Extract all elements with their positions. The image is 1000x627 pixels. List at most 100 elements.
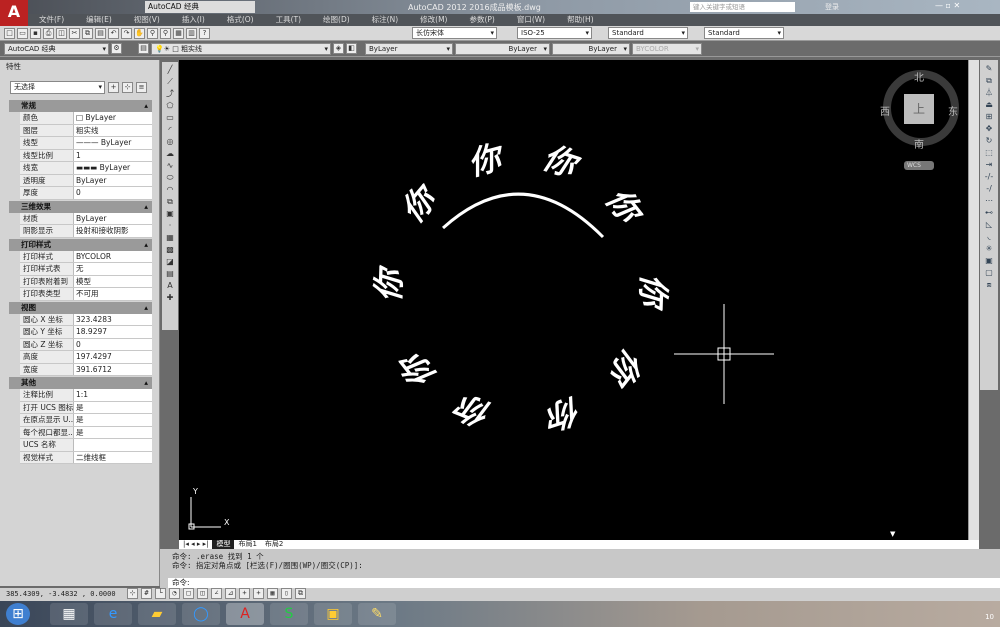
scale-icon[interactable]: ⬚ xyxy=(985,148,993,157)
print-icon[interactable]: ⎙ xyxy=(43,27,54,39)
lineweight-dropdown[interactable]: ByLayer xyxy=(552,42,630,55)
vertical-scrollbar[interactable] xyxy=(968,60,979,541)
section-header[interactable]: 常规 xyxy=(9,100,152,112)
property-value[interactable]: BYCOLOR xyxy=(74,250,152,262)
menu-view[interactable]: 视图(V) xyxy=(123,14,171,26)
property-value[interactable]: 1:1 xyxy=(74,389,152,401)
workspace-select[interactable]: AutoCAD 经典 xyxy=(4,42,109,55)
menu-modify[interactable]: 修改(M) xyxy=(409,14,458,26)
tab-layout2[interactable]: 布局2 xyxy=(261,540,287,549)
insert-block-icon[interactable]: ⧉ xyxy=(167,197,173,207)
polar-icon[interactable]: ◔ xyxy=(169,588,180,599)
section-header[interactable]: 视图 xyxy=(9,301,152,314)
move-icon[interactable]: ✥ xyxy=(986,124,993,133)
viewcube-north[interactable]: 北 xyxy=(914,69,924,84)
property-value[interactable]: □ ByLayer xyxy=(74,112,152,124)
point-icon[interactable]: · xyxy=(169,221,172,231)
layer-previous-icon[interactable]: ◧ xyxy=(346,43,357,54)
ucs-menu[interactable]: WCS xyxy=(904,161,934,170)
text-style-dropdown[interactable]: 长仿宋体 xyxy=(412,27,497,39)
fillet-icon[interactable]: ◟ xyxy=(987,232,990,241)
zoom-window-icon[interactable]: ⚲ xyxy=(160,27,171,39)
section-header[interactable]: 三维效果 xyxy=(9,200,152,213)
linetype-dropdown[interactable]: ByLayer xyxy=(455,42,550,55)
property-row[interactable]: 线型比例 1 xyxy=(20,149,152,162)
new-icon[interactable]: □ xyxy=(4,27,15,39)
lineweight-icon[interactable]: + xyxy=(253,588,264,599)
cut-icon[interactable]: ✂ xyxy=(69,27,80,39)
property-row[interactable]: UCS 名称 xyxy=(20,439,152,452)
property-value[interactable]: 不可用 xyxy=(74,288,152,300)
hatch-icon[interactable]: ▦ xyxy=(166,233,174,243)
chamfer-icon[interactable]: ◺ xyxy=(986,220,992,229)
property-row[interactable]: 注释比例 1:1 xyxy=(20,389,152,402)
image-app-taskbar-icon[interactable]: ▣ xyxy=(314,603,352,625)
copy-clip-icon[interactable]: ▣ xyxy=(985,256,993,265)
property-value[interactable]: 391.6712 xyxy=(74,363,152,375)
section-header[interactable]: 其他 xyxy=(9,377,152,389)
property-row[interactable]: 打印样式表无 xyxy=(20,263,152,276)
snap-icon[interactable]: ⊹ xyxy=(127,588,138,599)
trim-icon[interactable]: -/- xyxy=(985,172,993,181)
property-value[interactable]: 18.9297 xyxy=(74,326,152,338)
wps-taskbar-icon[interactable]: S xyxy=(270,603,308,625)
spline-icon[interactable]: ∿ xyxy=(167,161,174,171)
glyph-text[interactable]: 你 xyxy=(546,389,579,438)
start-button[interactable]: ⊞ xyxy=(6,603,30,625)
3dosnap-icon[interactable]: ◫ xyxy=(197,588,208,599)
join-icon[interactable]: ⊷ xyxy=(985,208,993,217)
menu-tools[interactable]: 工具(T) xyxy=(265,14,312,26)
tab-nav-arrows[interactable]: |◂ ◂ ▸ ▸| xyxy=(179,540,212,549)
property-row[interactable]: 图层 粗实线 xyxy=(20,124,152,137)
dim-style-dropdown[interactable]: ISO-25 xyxy=(517,27,592,39)
property-value[interactable]: ▬▬▬ ByLayer xyxy=(74,162,152,174)
dyn-icon[interactable]: + xyxy=(239,588,250,599)
property-row[interactable]: 打印表附着到 模型 xyxy=(20,275,152,288)
design-center-icon[interactable]: ▥ xyxy=(186,27,197,39)
property-value[interactable]: 1 xyxy=(74,149,152,161)
menu-window[interactable]: 窗口(W) xyxy=(506,14,556,26)
make-current-icon[interactable]: ◈ xyxy=(333,43,344,54)
app-logo-icon[interactable]: A xyxy=(0,0,28,26)
viewcube-south[interactable]: 南 xyxy=(914,136,924,151)
property-row[interactable]: 高度 197.4297 xyxy=(20,351,152,364)
arc-icon[interactable]: ◜ xyxy=(168,125,171,135)
property-value[interactable]: 197.4297 xyxy=(74,351,152,363)
login-button[interactable]: 登录 xyxy=(825,2,839,12)
workspace-settings-icon[interactable]: ⚙ xyxy=(111,43,122,54)
property-row[interactable]: 圆心 Y 坐标 18.9297 xyxy=(20,326,152,339)
erase-icon[interactable]: ✎ xyxy=(986,64,993,73)
osnap-icon[interactable]: □ xyxy=(183,588,194,599)
property-row[interactable]: 打印样式 BYCOLOR xyxy=(20,250,152,263)
property-row[interactable]: 厚度 0 xyxy=(20,187,152,200)
quick-properties-icon[interactable]: ▯ xyxy=(281,588,292,599)
polygon-icon[interactable]: ⬠ xyxy=(167,101,174,111)
menu-help[interactable]: 帮助(H) xyxy=(556,14,605,26)
ellipse-arc-icon[interactable]: ◠ xyxy=(167,185,174,195)
viewcube-west[interactable]: 西 xyxy=(880,103,890,118)
property-row[interactable]: 线宽 ▬▬▬ ByLayer xyxy=(20,162,152,175)
grid-icon[interactable]: # xyxy=(141,588,152,599)
property-value[interactable]: ByLayer xyxy=(74,174,152,186)
toggle-pickadd-icon[interactable]: + xyxy=(108,82,119,93)
selection-cycling-icon[interactable]: ⧉ xyxy=(295,588,306,599)
section-header[interactable]: 打印样式 xyxy=(9,238,152,251)
ie-taskbar-icon[interactable]: e xyxy=(94,603,132,625)
menu-insert[interactable]: 插入(I) xyxy=(171,14,216,26)
browser-taskbar-icon[interactable]: ◯ xyxy=(182,603,220,625)
property-row[interactable]: 线型 ——— ByLayer xyxy=(20,137,152,150)
property-value[interactable]: 是 xyxy=(74,426,152,438)
revcloud-icon[interactable]: ☁ xyxy=(166,149,174,159)
mleader-style-dropdown[interactable]: Standard xyxy=(704,27,784,39)
rotate-icon[interactable]: ↻ xyxy=(986,136,993,145)
circle-icon[interactable]: ◎ xyxy=(167,137,174,147)
region-icon[interactable]: ◪ xyxy=(166,257,174,267)
ellipse-icon[interactable]: ⬭ xyxy=(167,173,174,183)
selection-dropdown[interactable]: 无选择 xyxy=(10,81,105,94)
group-icon[interactable]: ▢ xyxy=(985,268,993,277)
property-value[interactable]: 粗实线 xyxy=(74,124,152,136)
offset-icon[interactable]: ⏏ xyxy=(985,100,993,109)
mtext-icon[interactable]: A xyxy=(167,281,172,291)
property-row[interactable]: 宽度 391.6712 xyxy=(20,363,152,376)
table-style-dropdown[interactable]: Standard xyxy=(608,27,688,39)
